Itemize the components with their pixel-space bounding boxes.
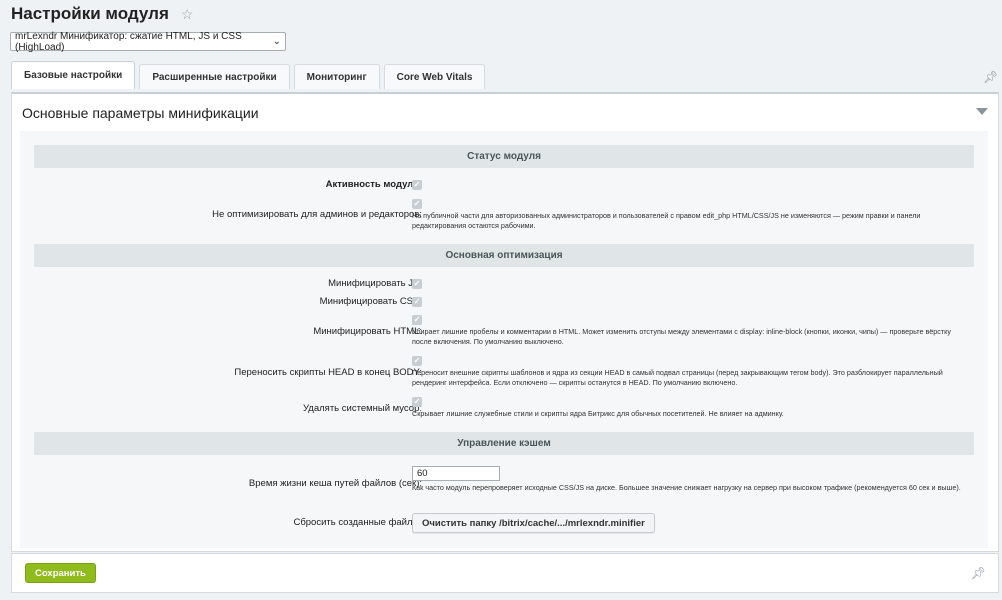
hint-minify-html: Убирает лишние пробелы и комментарии в H… (412, 327, 951, 346)
module-select-value: mrLexndr Минификатор: сжатие HTML, JS и … (15, 30, 242, 53)
save-button[interactable]: Сохранить (25, 563, 96, 583)
label-minify-js: Минифицировать JS: (328, 278, 422, 289)
label-minify-css: Минифицировать CSS: (319, 296, 422, 307)
tab-bar: Базовые настройки Расширенные настройки … (11, 61, 489, 89)
label-cache-ttl: Время жизни кеша путей файлов (сек): (248, 478, 422, 489)
label-reset-files: Сбросить созданные файлы: (293, 517, 422, 528)
panel-title: Основные параметры минификации (22, 105, 259, 121)
module-select[interactable]: mrLexndr Минификатор: сжатие HTML, JS и … (10, 30, 286, 53)
checkbox-remove-junk[interactable]: ✓ (412, 397, 422, 407)
tab-advanced-settings[interactable]: Расширенные настройки (139, 64, 290, 89)
hint-remove-junk: Скрывает лишние служебные стили и скрипт… (412, 409, 784, 418)
label-no-admin-optimize: Не оптимизировать для админов и редактор… (212, 209, 422, 220)
tab-monitoring[interactable]: Мониторинг (293, 64, 380, 89)
section-header-cache: Управление кэшем (34, 432, 974, 455)
cache-ttl-input[interactable]: 60 (412, 466, 500, 481)
footer-bar: Сохранить 📌︎ (11, 553, 999, 593)
page-title-text: Настройки модуля (11, 4, 169, 23)
chevron-down-icon: ⌄ (272, 36, 281, 47)
label-minify-html: Минифицировать HTML: (313, 326, 422, 337)
label-move-scripts: Переносить скрипты HEAD в конец BODY: (234, 367, 422, 378)
hint-cache-ttl: Как часто модуль перепроверяет исходные … (412, 483, 961, 492)
clear-cache-folder-button[interactable]: Очистить папку /bitrix/cache/.../mrlexnd… (412, 513, 655, 533)
tab-core-web-vitals[interactable]: Core Web Vitals (383, 64, 486, 89)
hint-no-admin-optimize: На публичной части для авторизованных ад… (412, 211, 921, 230)
pin-icon[interactable]: 📌︎ (983, 70, 998, 84)
checkbox-minify-js[interactable]: ✓ (412, 279, 422, 289)
settings-panel: Основные параметры минификации Статус мо… (11, 92, 999, 552)
label-module-active: Активность модуля: (325, 179, 422, 190)
section-header-status: Статус модуля (34, 145, 974, 168)
hint-move-scripts: Переносит внешние скрипты шаблонов и ядр… (412, 368, 943, 387)
checkbox-move-scripts[interactable]: ✓ (412, 356, 422, 366)
section-header-optimization: Основная оптимизация (34, 244, 974, 267)
checkbox-minify-css[interactable]: ✓ (412, 297, 422, 307)
chevron-down-icon[interactable] (976, 108, 988, 115)
page-title: Настройки модуля ☆ (11, 4, 193, 24)
checkbox-minify-html[interactable]: ✓ (412, 315, 422, 325)
label-remove-junk: Удалять системный мусор: (303, 403, 422, 414)
checkbox-no-admin-optimize[interactable]: ✓ (412, 199, 422, 209)
star-icon[interactable]: ☆ (181, 6, 194, 23)
checkbox-module-active[interactable]: ✓ (412, 180, 422, 190)
pin-icon[interactable]: 📌︎ (971, 566, 986, 580)
tab-basic-settings[interactable]: Базовые настройки (11, 61, 136, 89)
settings-form: Статус модуля Активность модуля: ✓ Не оп… (20, 131, 988, 548)
